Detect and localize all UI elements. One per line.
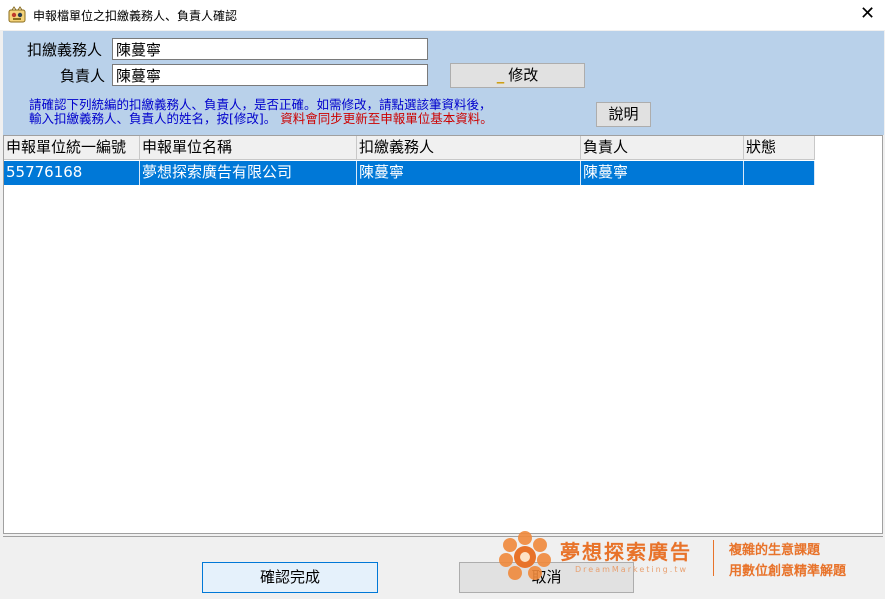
cell-tax-id[interactable]: 55776168 (4, 161, 140, 185)
help-button[interactable]: 說明 (596, 102, 651, 127)
responsible-input[interactable] (112, 64, 428, 86)
withholder-label: 扣繳義務人 (27, 41, 103, 59)
column-header-responsible[interactable]: 負責人 (581, 136, 744, 160)
title-bar: 申報檔單位之扣繳義務人、負責人確認 ✕ (0, 0, 885, 30)
confirm-button[interactable]: 確認完成 (202, 562, 378, 593)
responsible-label: 負責人 (60, 67, 106, 85)
watermark-url: DreamMarketing.tw (575, 565, 688, 574)
cell-withholder[interactable]: 陳蔓寧 (357, 161, 581, 185)
column-header-tax-id[interactable]: 申報單位統一編號 (4, 136, 140, 160)
instructions-line-2-blue: 輸入扣繳義務人、負責人的姓名，按[修改]。 (29, 111, 277, 126)
instructions-line-2-red: 資料會同步更新至申報單位基本資料。 (280, 111, 493, 126)
close-icon[interactable]: ✕ (850, 0, 885, 30)
watermark-tagline-2: 用數位創意精準解題 (729, 564, 847, 579)
data-grid[interactable]: 申報單位統一編號 申報單位名稱 扣繳義務人 負責人 狀態 55776168 夢想… (3, 135, 883, 534)
table-row[interactable]: 55776168 夢想探索廣告有限公司 陳蔓寧 陳蔓寧 (4, 161, 815, 185)
instructions-text: 請確認下列統編的扣繳義務人、負責人，是否正確。如需修改，請點選該筆資料後， 輸入… (29, 98, 493, 126)
form-panel: 扣繳義務人 負責人 _修改 請確認下列統編的扣繳義務人、負責人，是否正確。如需修… (3, 31, 884, 135)
instructions-line-2: 輸入扣繳義務人、負責人的姓名，按[修改]。 資料會同步更新至申報單位基本資料。 (29, 112, 493, 126)
app-icon (8, 6, 26, 23)
cell-status[interactable] (744, 161, 815, 185)
edit-button-label: 修改 (508, 66, 539, 84)
column-header-status[interactable]: 狀態 (744, 136, 815, 160)
cell-responsible[interactable]: 陳蔓寧 (581, 161, 744, 185)
edit-button-accelerator: _ (496, 66, 505, 84)
column-header-unit-name[interactable]: 申報單位名稱 (140, 136, 357, 160)
grid-header: 申報單位統一編號 申報單位名稱 扣繳義務人 負責人 狀態 (4, 136, 815, 160)
column-header-withholder[interactable]: 扣繳義務人 (357, 136, 581, 160)
flower-logo-icon (499, 531, 551, 580)
withholder-input[interactable] (112, 38, 428, 60)
watermark-divider (713, 540, 714, 576)
cell-unit-name[interactable]: 夢想探索廣告有限公司 (140, 161, 357, 185)
watermark: 夢想探索廣告 DreamMarketing.tw 複雜的生意課題 用數位創意精準… (495, 528, 880, 588)
instructions-line-1: 請確認下列統編的扣繳義務人、負責人，是否正確。如需修改，請點選該筆資料後， (29, 97, 492, 112)
watermark-brand-name: 夢想探索廣告 (560, 540, 692, 564)
watermark-tagline-1: 複雜的生意課題 (729, 543, 821, 558)
edit-button[interactable]: _ 修改 (450, 63, 585, 88)
window-title: 申報檔單位之扣繳義務人、負責人確認 (33, 9, 238, 23)
